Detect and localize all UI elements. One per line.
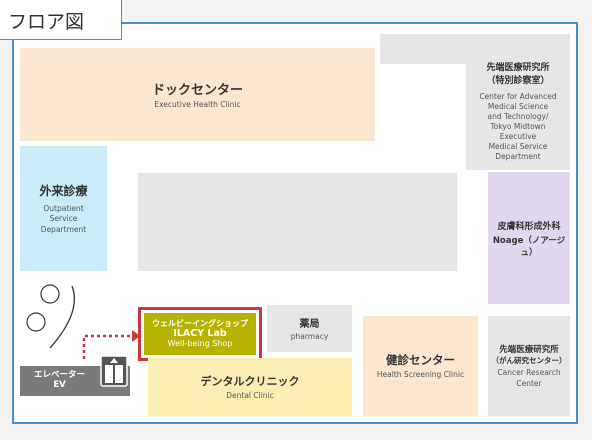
room-cancer-research[interactable]: 先端医療研究所 （がん研究センター） Cancer Research Cente…: [488, 316, 570, 416]
advanced-en-line: Tokyo Midtown: [490, 121, 546, 131]
floor-map-tab: フロア図: [0, 0, 122, 40]
room-ilacy-lab[interactable]: ウェルビーイングショップ ILACY Lab Well-being Shop: [138, 307, 262, 361]
kenshin-name-en: Health Screening Clinic: [376, 369, 465, 379]
ilacy-line-2: ILACY Lab: [173, 327, 227, 339]
kenshin-name: 健診センター: [386, 352, 455, 367]
outpatient-en-line: Service: [49, 214, 78, 224]
cancer-name-en: Cancer Research Center: [497, 368, 561, 388]
pharmacy-name: 薬局: [299, 318, 320, 330]
pharmacy-name-en: pharmacy: [290, 331, 329, 341]
advanced-en-line: Center for Advanced: [479, 91, 557, 101]
outpatient-en-line: Department: [40, 224, 87, 234]
room-outpatient[interactable]: 外来診療 Outpatient Service Department: [20, 146, 107, 271]
room-dock-center[interactable]: ドックセンター Executive Health Clinic: [20, 48, 375, 141]
advanced-en-line: Executive: [499, 132, 537, 142]
derm-sub: Noage（ノアージュ）: [492, 235, 566, 258]
advanced-en-line: Medical Science: [487, 101, 549, 111]
round-table-icon: [40, 284, 60, 304]
route-arrow: [82, 330, 140, 359]
central-block: [138, 173, 457, 271]
room-dental-clinic[interactable]: デンタルクリニック Dental Clinic: [148, 358, 352, 416]
ilacy-line-3: Well-being Shop: [167, 339, 233, 349]
cancer-name-sub: （がん研究センター）: [491, 356, 567, 366]
room-health-screening[interactable]: 健診センター Health Screening Clinic: [363, 316, 478, 416]
advanced-en-line: and Technology/: [487, 111, 549, 121]
dental-name: デンタルクリニック: [200, 374, 300, 388]
elevator-name-en: EV: [53, 380, 66, 390]
dock-center-name-en: Executive Health Clinic: [154, 99, 241, 109]
cancer-name: 先端医療研究所: [499, 345, 559, 356]
advanced-name-sub: （特別診察室）: [486, 75, 550, 86]
outpatient-name: 外来診療: [39, 184, 88, 199]
derm-name: 皮膚科形成外科: [497, 221, 561, 232]
outpatient-en-line: Outpatient: [43, 204, 84, 214]
advanced-name: 先端医療研究所: [486, 62, 550, 73]
advanced-en-line: Medical Service Department: [488, 142, 548, 162]
room-advanced-medical[interactable]: 先端医療研究所 （特別診察室） Center for Advanced Medi…: [466, 52, 570, 170]
room-pharmacy[interactable]: 薬局 pharmacy: [267, 305, 352, 352]
room-dermatology[interactable]: 皮膚科形成外科 Noage（ノアージュ）: [488, 172, 570, 304]
round-table-icon: [26, 312, 46, 332]
floor-map-title: フロア図: [8, 11, 85, 33]
dental-name-en: Dental Clinic: [226, 390, 274, 400]
dock-center-name: ドックセンター: [151, 82, 243, 98]
